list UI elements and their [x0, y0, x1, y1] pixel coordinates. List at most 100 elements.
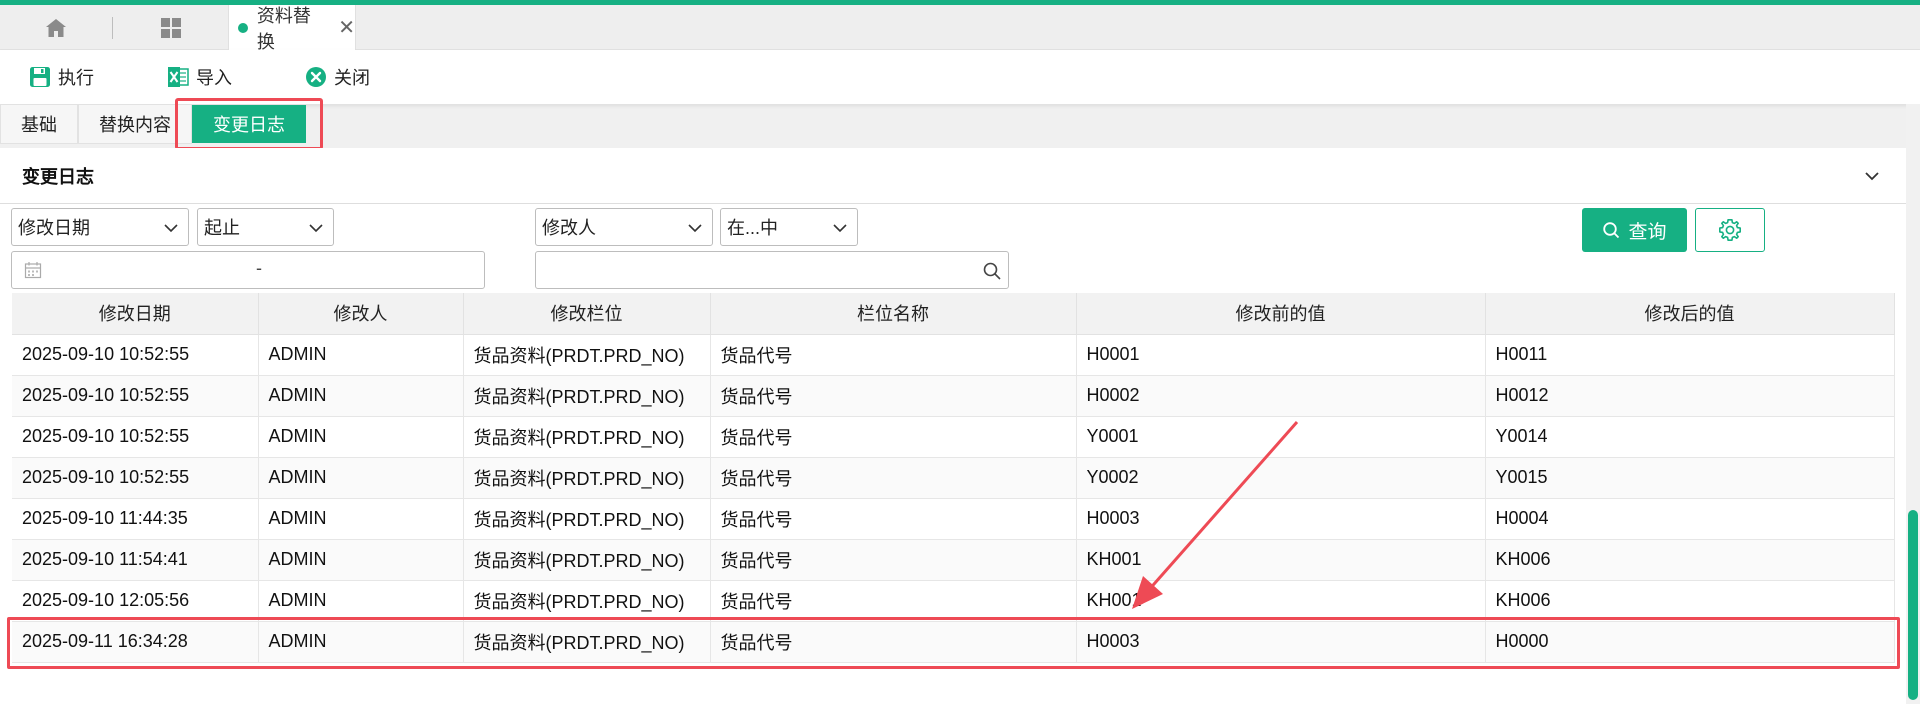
cell-field-name: 货品代号	[710, 334, 1077, 376]
change-log-table: 修改日期 修改人 修改栏位 栏位名称 修改前的值 修改后的值 2025-09-1…	[12, 293, 1895, 663]
cell-field-name: 货品代号	[710, 621, 1077, 663]
date-range-input[interactable]: -	[11, 251, 485, 289]
tab-separator	[112, 17, 113, 39]
import-label: 导入	[196, 68, 232, 88]
user-search-input[interactable]	[540, 256, 970, 284]
column-header[interactable]: 修改人	[258, 293, 464, 335]
column-header[interactable]: 修改后的值	[1485, 293, 1895, 335]
cell-modified-date: 2025-09-11 16:34:28	[12, 621, 259, 663]
cell-field: 货品资料(PRDT.PRD_NO)	[463, 457, 711, 499]
cell-field: 货品资料(PRDT.PRD_NO)	[463, 334, 711, 376]
cell-field: 货品资料(PRDT.PRD_NO)	[463, 416, 711, 458]
cell-modified-by: ADMIN	[258, 498, 464, 540]
column-header[interactable]: 修改栏位	[463, 293, 711, 335]
cell-new-value: H0011	[1485, 334, 1895, 376]
excel-icon	[166, 65, 190, 89]
table-row[interactable]: 2025-09-10 10:52:55 ADMIN 货品资料(PRDT.PRD_…	[12, 375, 1895, 417]
tab-replace-content[interactable]: 替换内容	[78, 104, 192, 144]
import-button[interactable]: 导入	[166, 63, 232, 91]
cell-new-value: H0012	[1485, 375, 1895, 417]
cell-field-name: 货品代号	[710, 580, 1077, 622]
tab-label: 资料替换	[256, 5, 311, 52]
chevron-down-icon	[688, 224, 702, 233]
table-row[interactable]: 2025-09-10 11:54:41 ADMIN 货品资料(PRDT.PRD_…	[12, 539, 1895, 581]
tab-basic[interactable]: 基础	[0, 104, 78, 144]
date-field-select[interactable]: 修改日期	[11, 208, 189, 246]
column-header[interactable]: 栏位名称	[710, 293, 1077, 335]
cell-modified-date: 2025-09-10 11:44:35	[12, 498, 259, 540]
cell-modified-by: ADMIN	[258, 334, 464, 376]
change-log-panel: 变更日志 修改日期 起止 修改人 在...中 - 查询 修改日期 修改人 修改栏…	[0, 148, 1906, 704]
table-header-row: 修改日期 修改人 修改栏位 栏位名称 修改前的值 修改后的值	[12, 293, 1895, 335]
table-row[interactable]: 2025-09-10 10:52:55 ADMIN 货品资料(PRDT.PRD_…	[12, 416, 1895, 458]
scrollbar-thumb[interactable]	[1908, 510, 1918, 700]
collapse-button[interactable]	[1860, 164, 1884, 188]
cell-modified-by: ADMIN	[258, 621, 464, 663]
cell-old-value: KH001	[1076, 580, 1486, 622]
cell-modified-date: 2025-09-10 10:52:55	[12, 375, 259, 417]
settings-button[interactable]	[1695, 208, 1765, 252]
cell-modified-by: ADMIN	[258, 580, 464, 622]
user-operator-value: 在...中	[727, 218, 779, 238]
tab-data-replace[interactable]: 资料替换 ✕	[228, 5, 356, 52]
execute-button[interactable]: 执行	[28, 63, 94, 91]
user-field-value: 修改人	[542, 218, 596, 238]
home-icon	[46, 18, 66, 37]
cell-field-name: 货品代号	[710, 375, 1077, 417]
date-range-separator: -	[256, 258, 262, 278]
cell-modified-by: ADMIN	[258, 457, 464, 499]
cell-field: 货品资料(PRDT.PRD_NO)	[463, 621, 711, 663]
home-tab[interactable]	[30, 5, 82, 50]
user-search-box[interactable]	[535, 251, 1009, 289]
chevron-down-icon	[164, 224, 178, 233]
vertical-scrollbar[interactable]	[1906, 104, 1920, 704]
cell-old-value: Y0002	[1076, 457, 1486, 499]
user-operator-select[interactable]: 在...中	[720, 208, 858, 246]
cell-modified-by: ADMIN	[258, 375, 464, 417]
cell-new-value: H0004	[1485, 498, 1895, 540]
cell-new-value: KH006	[1485, 580, 1895, 622]
chevron-down-icon	[309, 224, 323, 233]
date-range-select[interactable]: 起止	[197, 208, 334, 246]
gear-icon	[1719, 219, 1741, 241]
column-header[interactable]: 修改前的值	[1076, 293, 1486, 335]
apps-tab[interactable]	[145, 5, 197, 50]
close-circle-icon	[304, 65, 328, 89]
cell-field-name: 货品代号	[710, 498, 1077, 540]
cell-old-value: KH001	[1076, 539, 1486, 581]
cell-modified-date: 2025-09-10 11:54:41	[12, 539, 259, 581]
cell-field-name: 货品代号	[710, 457, 1077, 499]
date-range-value: 起止	[204, 218, 240, 238]
cell-field: 货品资料(PRDT.PRD_NO)	[463, 580, 711, 622]
table-row[interactable]: 2025-09-10 11:44:35 ADMIN 货品资料(PRDT.PRD_…	[12, 498, 1895, 540]
cell-old-value: H0001	[1076, 334, 1486, 376]
cell-modified-date: 2025-09-10 12:05:56	[12, 580, 259, 622]
save-icon	[28, 65, 52, 89]
cell-modified-date: 2025-09-10 10:52:55	[12, 416, 259, 458]
search-icon[interactable]	[982, 261, 1002, 281]
panel-title: 变更日志	[22, 166, 94, 187]
query-button[interactable]: 查询	[1582, 208, 1687, 252]
cell-modified-date: 2025-09-10 10:52:55	[12, 334, 259, 376]
close-tab-icon[interactable]: ✕	[338, 18, 355, 38]
column-header[interactable]: 修改日期	[12, 293, 259, 335]
table-row[interactable]: 2025-09-10 12:05:56 ADMIN 货品资料(PRDT.PRD_…	[12, 580, 1895, 622]
table-row[interactable]: 2025-09-11 16:34:28 ADMIN 货品资料(PRDT.PRD_…	[12, 621, 1895, 663]
table-row[interactable]: 2025-09-10 10:52:55 ADMIN 货品资料(PRDT.PRD_…	[12, 334, 1895, 376]
cell-field-name: 货品代号	[710, 539, 1077, 581]
cell-modified-by: ADMIN	[258, 539, 464, 581]
chevron-down-icon	[833, 224, 847, 233]
toolbar: 执行 导入 关闭	[0, 50, 1920, 104]
cell-old-value: H0003	[1076, 621, 1486, 663]
panel-header: 变更日志	[0, 148, 1906, 204]
cell-old-value: H0003	[1076, 498, 1486, 540]
table-row[interactable]: 2025-09-10 10:52:55 ADMIN 货品资料(PRDT.PRD_…	[12, 457, 1895, 499]
cell-new-value: H0000	[1485, 621, 1895, 663]
calendar-icon	[24, 262, 42, 279]
close-button[interactable]: 关闭	[304, 63, 370, 91]
user-field-select[interactable]: 修改人	[535, 208, 713, 246]
tab-change-log[interactable]: 变更日志	[192, 105, 306, 143]
active-dot	[238, 22, 248, 33]
chevron-down-icon	[1865, 172, 1879, 181]
sub-tabs: 基础 替换内容 变更日志	[0, 104, 1920, 148]
